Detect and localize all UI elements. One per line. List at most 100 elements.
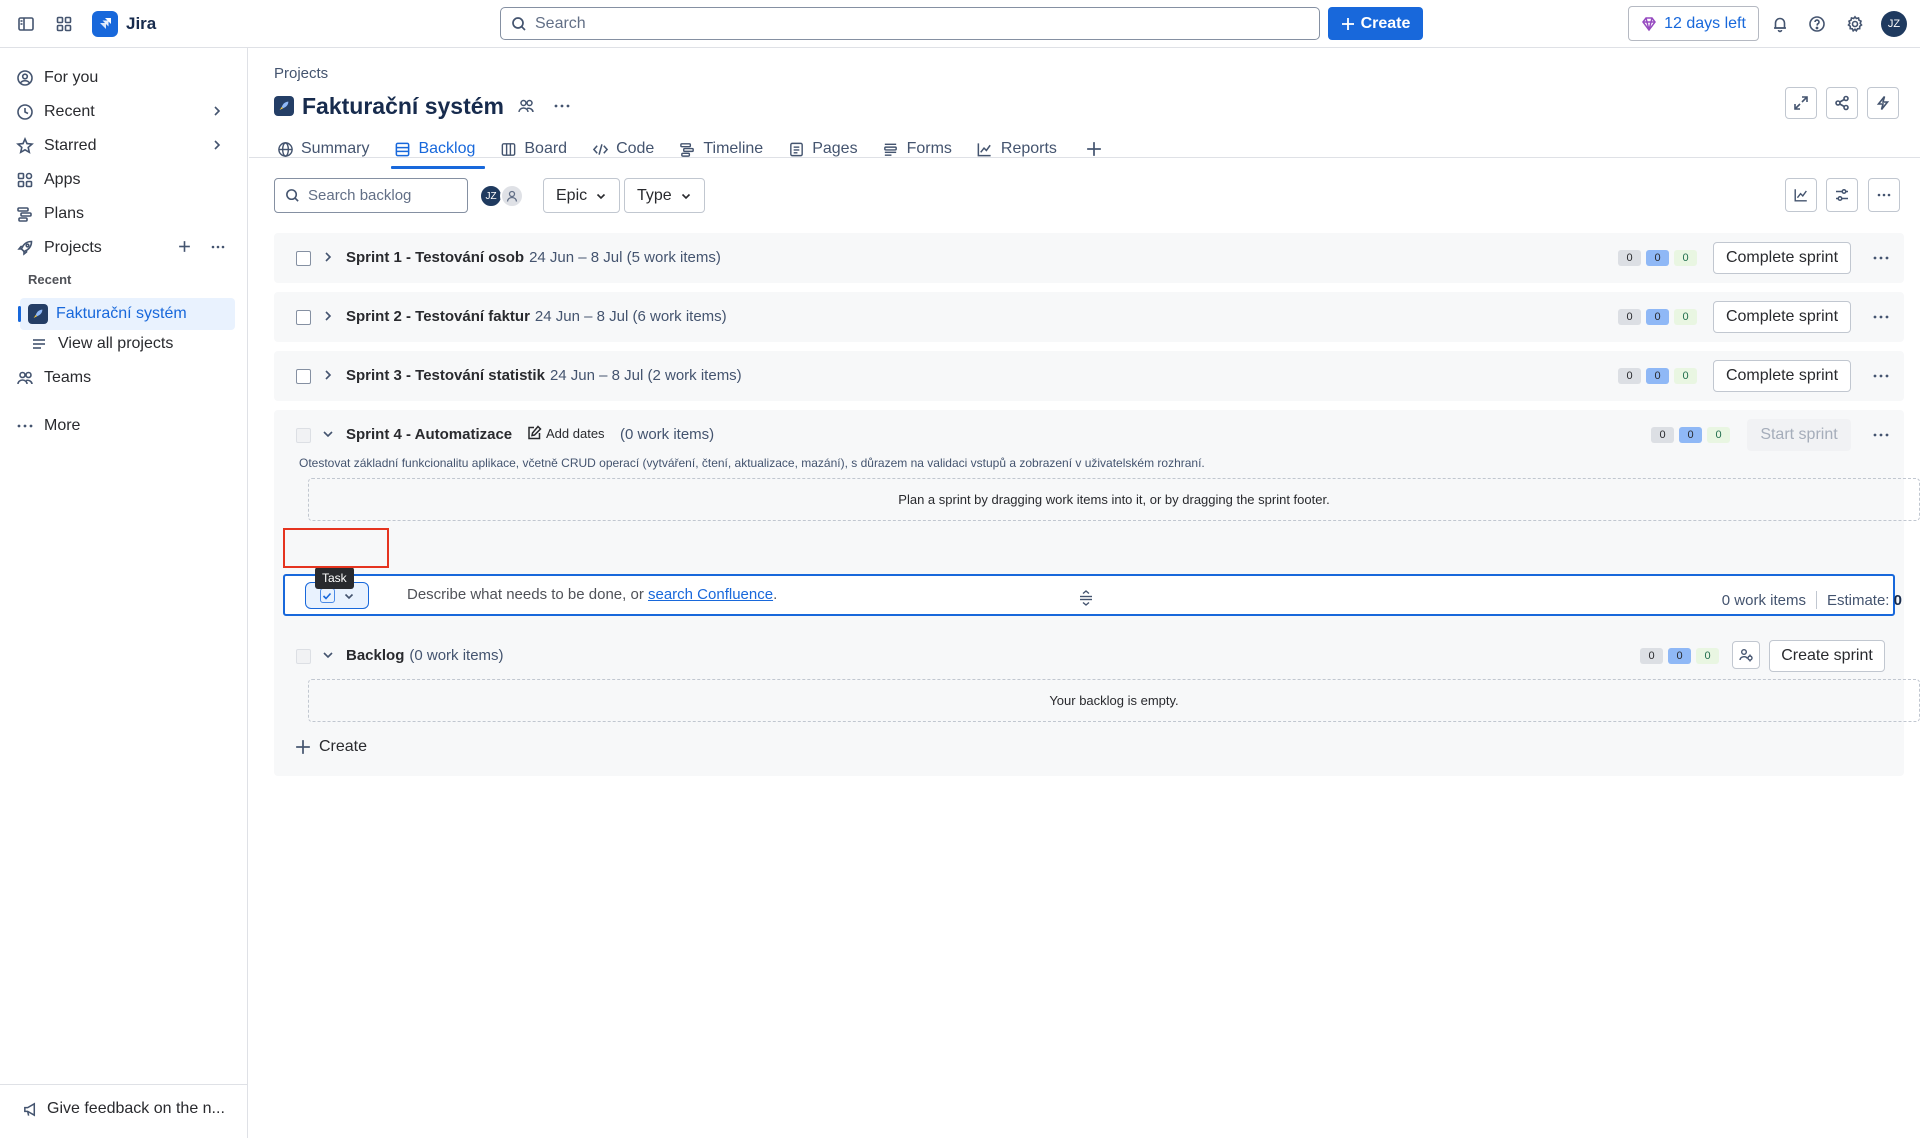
tab-backlog[interactable]: Backlog: [391, 132, 487, 169]
sprint-title[interactable]: Sprint 1 - Testování osob 24 Jun – 8 Jul …: [346, 249, 721, 266]
tab-board[interactable]: Board: [497, 132, 579, 166]
sprint-title[interactable]: Sprint 2 - Testování faktur 24 Jun – 8 Ju…: [346, 308, 727, 325]
start-sprint-button[interactable]: Start sprint: [1747, 419, 1851, 451]
share-icon[interactable]: [1826, 87, 1858, 119]
tab-pages[interactable]: Pages: [785, 132, 869, 166]
sprint-more-icon[interactable]: [1866, 361, 1896, 391]
backlog-search-input[interactable]: Search backlog: [274, 178, 468, 213]
sidebar-item-plans[interactable]: Plans: [16, 200, 234, 228]
sprint-more-icon[interactable]: [1866, 243, 1896, 273]
backlog-title[interactable]: Backlog (0 work items): [346, 647, 504, 664]
backlog-meta: (0 work items): [409, 647, 504, 664]
apps-icon: [16, 171, 34, 189]
view-settings-sliders-icon[interactable]: [1826, 178, 1858, 212]
create-button[interactable]: Create: [1328, 7, 1423, 40]
team-people-icon[interactable]: [512, 92, 540, 120]
sprint-item-count: 0 work items: [1721, 591, 1806, 609]
backlog-name: Backlog: [346, 647, 405, 664]
projects-more-icon[interactable]: [210, 239, 226, 255]
epic-filter-dropdown[interactable]: Epic: [543, 178, 621, 213]
backlog-select-checkbox[interactable]: [296, 649, 311, 664]
estimate-label: Estimate:: [1826, 591, 1890, 609]
clock-icon: [16, 103, 34, 121]
sidebar-item-projects[interactable]: Projects: [16, 234, 234, 262]
complete-sprint-button[interactable]: Complete sprint: [1713, 242, 1851, 274]
chevron-right-icon[interactable]: [321, 309, 335, 323]
sprint-name: Sprint 2 - Testování faktur: [346, 308, 530, 325]
sidebar-item-more[interactable]: More: [16, 412, 234, 440]
unassigned-filter-avatar[interactable]: [500, 184, 524, 208]
done-count-badge: 0: [1674, 309, 1697, 325]
tab-timeline[interactable]: Timeline: [676, 132, 775, 166]
sprint-container-expanded: Sprint 4 - Automatizace Add dates (0 wor…: [274, 410, 1920, 666]
create-summary-input[interactable]: Describe what needs to be done, or searc…: [407, 586, 777, 603]
sidebar-item-view-all-projects[interactable]: View all projects: [30, 330, 230, 358]
tab-label: Pages: [812, 140, 858, 157]
tab-summary[interactable]: Summary: [274, 132, 381, 166]
sprint-select-checkbox[interactable]: [296, 369, 311, 384]
title-more-icon[interactable]: [548, 92, 576, 120]
resize-handle-icon[interactable]: [1078, 590, 1094, 606]
add-project-plus-icon[interactable]: [177, 239, 192, 254]
tab-code[interactable]: Code: [589, 132, 666, 166]
sidebar-item-for-you[interactable]: For you: [16, 64, 234, 92]
sprint-meta: 24 Jun – 8 Jul (5 work items): [529, 249, 721, 266]
jira-logo[interactable]: Jira: [92, 11, 156, 37]
plus-icon: [295, 739, 311, 755]
insights-chart-icon[interactable]: [1785, 178, 1817, 212]
trial-days-left-button[interactable]: 12 days left: [1628, 6, 1759, 41]
task-tooltip: Task: [315, 567, 354, 589]
top-navigation-bar: Jira Search Create 12 days left JZ: [0, 0, 1920, 48]
create-sprint-button[interactable]: Create sprint: [1769, 640, 1885, 672]
chevron-right-icon[interactable]: [321, 250, 335, 264]
fullscreen-expand-icon[interactable]: [1785, 87, 1817, 119]
todo-count-badge: 0: [1640, 648, 1663, 664]
give-feedback-button[interactable]: Give feedback on the n...: [22, 1100, 225, 1118]
sidebar-project-item-active[interactable]: Fakturační systém: [18, 298, 235, 330]
search-confluence-link[interactable]: search Confluence: [648, 586, 773, 603]
sprint-more-icon[interactable]: [1866, 302, 1896, 332]
create-suffix: .: [773, 586, 778, 603]
status-counts: 0 0 0: [1651, 427, 1730, 443]
sprint-footer-summary: 0 work items Estimate: 0: [1722, 591, 1902, 609]
sidebar-toggle-icon[interactable]: [12, 10, 40, 38]
user-avatar[interactable]: JZ: [1881, 11, 1907, 37]
chevron-right-icon[interactable]: [210, 104, 224, 118]
global-search-input[interactable]: Search: [500, 7, 1320, 40]
chevron-right-icon[interactable]: [321, 368, 335, 382]
sprint-title[interactable]: Sprint 4 - Automatizace: [346, 426, 512, 443]
sprint-select-checkbox[interactable]: [296, 310, 311, 325]
sidebar-item-apps[interactable]: Apps: [16, 166, 234, 194]
tab-forms[interactable]: Forms: [880, 132, 964, 166]
sidebar-item-teams[interactable]: Teams: [16, 364, 234, 392]
backlog-create-button[interactable]: Create: [295, 738, 367, 756]
chevron-down-icon[interactable]: [321, 427, 335, 441]
tab-reports[interactable]: Reports: [974, 132, 1069, 166]
type-filter-label: Type: [637, 186, 672, 204]
complete-sprint-button[interactable]: Complete sprint: [1713, 360, 1851, 392]
add-dates-button[interactable]: Add dates: [526, 425, 605, 441]
add-tab-button[interactable]: [1079, 132, 1109, 166]
sidebar-item-starred[interactable]: Starred: [16, 132, 234, 160]
done-count-badge: 0: [1696, 648, 1719, 664]
help-icon[interactable]: [1803, 10, 1831, 38]
tab-label: Board: [524, 140, 568, 157]
sprint-select-checkbox[interactable]: [296, 251, 311, 266]
sprint-title[interactable]: Sprint 3 - Testování statistik 24 Jun – 8…: [346, 367, 742, 384]
sidebar-item-recent[interactable]: Recent: [16, 98, 234, 126]
complete-sprint-button[interactable]: Complete sprint: [1713, 301, 1851, 333]
app-switcher-icon[interactable]: [50, 10, 78, 38]
chevron-right-icon[interactable]: [210, 138, 224, 152]
in-progress-count-badge: 0: [1646, 309, 1669, 325]
chevron-down-icon[interactable]: [321, 648, 335, 662]
backlog-settings-icon[interactable]: [1732, 641, 1760, 669]
toolbar-more-icon[interactable]: [1868, 178, 1900, 212]
automation-lightning-icon[interactable]: [1867, 87, 1899, 119]
type-filter-dropdown[interactable]: Type: [624, 178, 705, 213]
notifications-bell-icon[interactable]: [1766, 10, 1794, 38]
sprint-estimate: Estimate: 0: [1827, 592, 1902, 609]
settings-gear-icon[interactable]: [1841, 10, 1869, 38]
sprint-select-checkbox[interactable]: [296, 428, 311, 443]
sprint-more-icon[interactable]: [1866, 420, 1896, 450]
breadcrumb[interactable]: Projects: [274, 65, 328, 82]
